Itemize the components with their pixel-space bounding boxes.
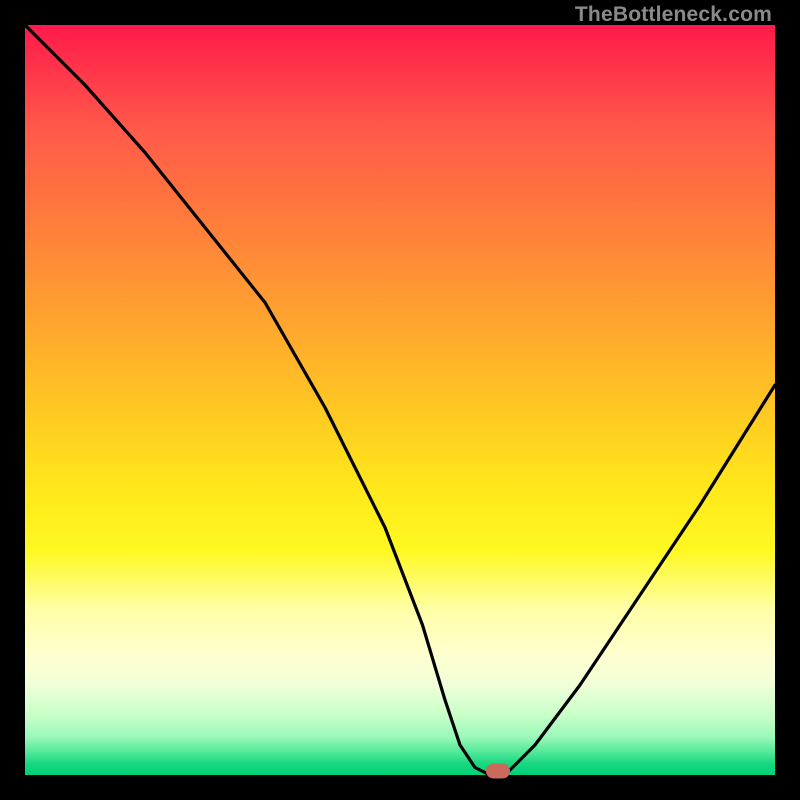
- optimum-marker-icon: [486, 764, 510, 779]
- chart-container: TheBottleneck.com: [0, 0, 800, 800]
- bottleneck-line-chart: [25, 25, 775, 775]
- bottleneck-curve-path: [25, 25, 775, 775]
- plot-area: [25, 25, 775, 775]
- watermark-text: TheBottleneck.com: [575, 3, 772, 27]
